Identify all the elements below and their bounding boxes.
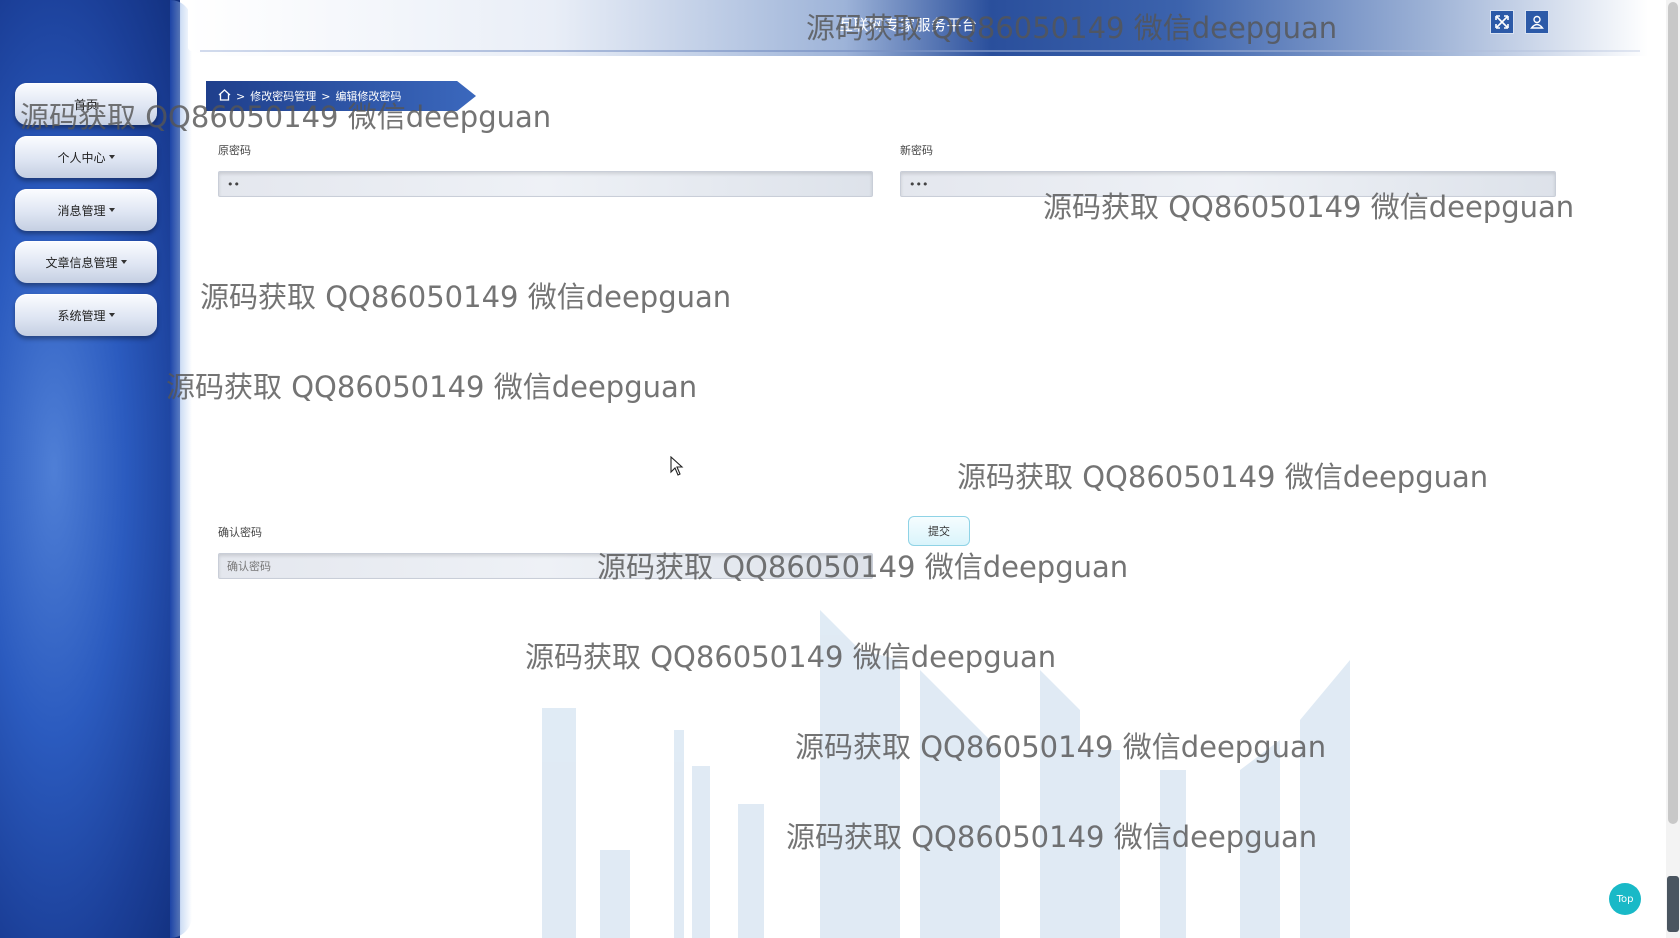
watermark-text: 源码获取 QQ86050149 微信deepguan <box>957 460 1489 494</box>
watermark-text: 源码获取 QQ86050149 微信deepguan <box>200 280 732 314</box>
fullscreen-icon[interactable] <box>1490 10 1514 34</box>
old-password-label: 原密码 <box>218 144 251 157</box>
sidebar-item-label: 文章信息管理 <box>45 255 118 270</box>
caret-down-icon <box>108 155 115 159</box>
caret-down-icon <box>120 260 127 264</box>
breadcrumb-item-edit-password: 编辑修改密码 <box>335 90 402 103</box>
scrollbar-thumb[interactable] <box>1668 2 1678 824</box>
app-title: 互联网专家服务平台 <box>838 16 978 34</box>
submit-button[interactable]: 提交 <box>908 516 970 546</box>
sidebar-item-personal-center[interactable]: 个人中心 <box>15 136 157 178</box>
user-icon[interactable] <box>1525 10 1549 34</box>
watermark-text: 源码获取 QQ86050149 微信deepguan <box>166 370 698 404</box>
sidebar-item-label: 首页 <box>73 97 98 112</box>
header-divider <box>200 50 1640 52</box>
new-password-input[interactable] <box>900 171 1556 197</box>
sidebar-edge <box>170 0 192 938</box>
caret-down-icon <box>108 208 115 212</box>
sidebar-item-system-management[interactable]: 系统管理 <box>15 294 157 336</box>
breadcrumb-item-password-management[interactable]: 修改密码管理 <box>250 88 316 104</box>
back-to-top-button[interactable]: Top <box>1609 883 1641 915</box>
sidebar-item-article-management[interactable]: 文章信息管理 <box>15 241 157 283</box>
scrollbar-corner <box>1667 876 1679 932</box>
confirm-password-input[interactable] <box>218 553 873 579</box>
breadcrumb-separator: > <box>236 89 246 103</box>
breadcrumb-separator: > <box>321 89 331 103</box>
caret-down-icon <box>108 313 115 317</box>
sidebar-item-label: 系统管理 <box>57 308 106 323</box>
sidebar-item-label: 消息管理 <box>57 203 106 218</box>
confirm-password-label: 确认密码 <box>218 526 262 539</box>
old-password-input[interactable] <box>218 171 873 197</box>
mouse-cursor-icon <box>670 456 684 476</box>
sidebar-item-home[interactable]: 首页 <box>15 83 157 125</box>
city-background-illustration <box>542 610 1350 938</box>
home-icon[interactable] <box>218 88 231 104</box>
new-password-label: 新密码 <box>900 144 933 157</box>
breadcrumb: > 修改密码管理 > 编辑修改密码 <box>206 81 476 111</box>
sidebar-item-message-management[interactable]: 消息管理 <box>15 189 157 231</box>
sidebar-item-label: 个人中心 <box>57 150 106 165</box>
